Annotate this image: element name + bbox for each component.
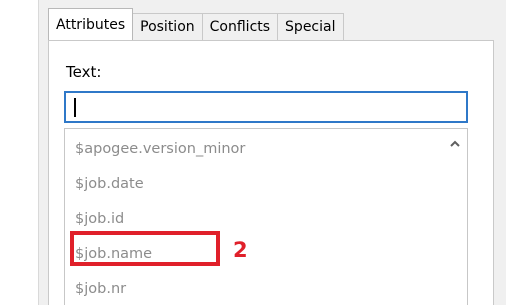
text-input[interactable] <box>64 91 468 123</box>
text-field-label: Text: <box>66 63 102 81</box>
autocomplete-list[interactable]: $apogee.version_minor $job.date $job.id … <box>64 128 468 305</box>
tab-strip: Attributes Position Conflicts Special <box>48 8 344 40</box>
tab-special[interactable]: Special <box>277 13 344 40</box>
list-item[interactable]: $job.date <box>75 176 144 192</box>
tab-position[interactable]: Position <box>132 13 203 40</box>
list-item[interactable]: $job.nr <box>75 281 126 297</box>
list-item[interactable]: $job.id <box>75 211 124 227</box>
chevron-up-icon[interactable] <box>448 137 462 151</box>
tab-attributes[interactable]: Attributes <box>48 8 134 40</box>
tab-conflicts[interactable]: Conflicts <box>201 13 279 40</box>
annotation-number: 2 <box>233 238 248 262</box>
list-item[interactable]: $apogee.version_minor <box>75 141 245 157</box>
text-caret <box>74 98 76 117</box>
annotation-highlight-box <box>70 231 220 266</box>
